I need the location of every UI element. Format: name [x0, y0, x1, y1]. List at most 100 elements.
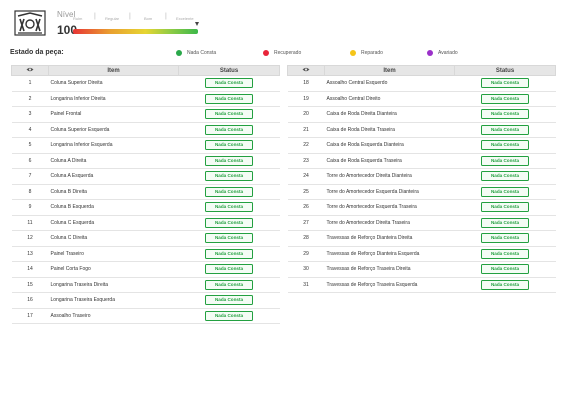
item-column-header: Item: [324, 65, 455, 76]
status-badge[interactable]: Nada Consta: [481, 124, 529, 135]
status-badge[interactable]: Nada Consta: [481, 279, 529, 290]
row-status-cell: Nada Consta: [454, 106, 556, 123]
status-badge[interactable]: Nada Consta: [205, 233, 253, 244]
status-badge[interactable]: Nada Consta: [205, 264, 253, 275]
row-number: 7: [11, 168, 49, 185]
legend-item-avariado: Avariado: [427, 50, 458, 56]
row-status-cell: Nada Consta: [454, 199, 556, 216]
legend-label: Recuperado: [274, 50, 302, 56]
status-badge[interactable]: Nada Consta: [481, 140, 529, 151]
status-badge[interactable]: Nada Consta: [481, 202, 529, 213]
row-status-cell: Nada Consta: [454, 168, 556, 185]
status-badge[interactable]: Nada Consta: [205, 171, 253, 182]
row-status-cell: Nada Consta: [178, 245, 280, 262]
row-item-name: Coluna A Esquerda: [48, 168, 179, 185]
status-badge[interactable]: Nada Consta: [481, 109, 529, 120]
row-status-cell: Nada Consta: [454, 90, 556, 107]
scale-separator: |: [94, 13, 96, 20]
nivel-marker-icon: [195, 22, 199, 26]
row-item-name: Coluna B Direita: [48, 183, 179, 200]
status-badge[interactable]: Nada Consta: [205, 310, 253, 321]
row-number: 19: [287, 90, 325, 107]
eye-icon: [26, 67, 34, 72]
row-status-cell: Nada Consta: [178, 261, 280, 278]
status-badge[interactable]: Nada Consta: [481, 233, 529, 244]
table-row: 20 Caixa de Roda Direita Dianteira Nada Co…: [287, 106, 556, 123]
row-status-cell: Nada Consta: [178, 307, 280, 324]
table-row: 19 Assoalho Central Direito Nada Consta: [287, 90, 556, 107]
items-table-right: Item Status 18 Assoalho Central Esquerdo N…: [287, 65, 556, 293]
row-item-name: Travessas de Reforço Traseira Esquerda: [324, 276, 455, 293]
row-number: 18: [287, 75, 325, 92]
row-status-cell: Nada Consta: [454, 137, 556, 154]
row-number: 30: [287, 261, 325, 278]
status-badge[interactable]: Nada Consta: [205, 124, 253, 135]
row-status-cell: Nada Consta: [178, 106, 280, 123]
row-item-name: Painel Frontal: [48, 106, 179, 123]
row-status-cell: Nada Consta: [178, 183, 280, 200]
row-item-name: Coluna C Esquerda: [48, 214, 179, 231]
table-row: 26 Torre do Amortecedor Esquerda Traseira…: [287, 199, 556, 216]
table-row: 24 Torre do Amortecedor Direita Dianteira…: [287, 168, 556, 185]
eye-icon: [302, 67, 310, 72]
status-badge[interactable]: Nada Consta: [205, 155, 253, 166]
status-badge[interactable]: Nada Consta: [205, 279, 253, 290]
status-badge[interactable]: Nada Consta: [205, 202, 253, 213]
row-number: 13: [11, 245, 49, 262]
row-item-name: Painel Traseiro: [48, 245, 179, 262]
row-item-name: Coluna Superior Direita: [48, 75, 179, 92]
table-row: 1 Coluna Superior Direita Nada Consta: [11, 75, 280, 92]
legend-label: Nada Consta: [187, 50, 217, 56]
legend-item-nada-consta: Nada Consta: [176, 50, 216, 56]
status-badge[interactable]: Nada Consta: [481, 248, 529, 259]
legend-label: Avariado: [438, 50, 458, 56]
row-number: 6: [11, 152, 49, 169]
status-badge[interactable]: Nada Consta: [481, 264, 529, 275]
table-row: 4 Coluna Superior Esquerda Nada Consta: [11, 121, 280, 138]
row-status-cell: Nada Consta: [178, 230, 280, 247]
row-item-name: Coluna Superior Esquerda: [48, 121, 179, 138]
status-badge[interactable]: Nada Consta: [481, 78, 529, 89]
status-badge[interactable]: Nada Consta: [205, 248, 253, 259]
status-badge[interactable]: Nada Consta: [205, 140, 253, 151]
row-item-name: Caixa de Roda Direita Traseira: [324, 121, 455, 138]
table-row: 2 Longarina Inferior Direita Nada Consta: [11, 90, 280, 107]
status-badge[interactable]: Nada Consta: [205, 295, 253, 306]
table-row: 6 Coluna A Direita Nada Consta: [11, 152, 280, 169]
row-item-name: Caixa de Roda Direita Dianteira: [324, 106, 455, 123]
row-number: 4: [11, 121, 49, 138]
table-row: 13 Painel Traseiro Nada Consta: [11, 245, 280, 262]
status-badge[interactable]: Nada Consta: [205, 93, 253, 104]
row-item-name: Longarina Inferior Esquerda: [48, 137, 179, 154]
status-badge[interactable]: Nada Consta: [481, 155, 529, 166]
status-column-header: Status: [178, 65, 280, 76]
row-item-name: Torre do Amortecedor Direita Dianteira: [324, 168, 455, 185]
scale-label-regular: Regular: [105, 16, 120, 21]
nivel-scale-bar: [73, 29, 198, 34]
row-status-cell: Nada Consta: [178, 214, 280, 231]
status-badge[interactable]: Nada Consta: [481, 217, 529, 228]
row-item-name: Coluna C Direita: [48, 230, 179, 247]
status-badge[interactable]: Nada Consta: [205, 78, 253, 89]
scale-label-bom: Bom: [144, 16, 153, 21]
row-status-cell: Nada Consta: [454, 230, 556, 247]
status-badge[interactable]: Nada Consta: [481, 171, 529, 182]
table-row: 25 Torre do Amortecedor Esquerda Dianteir…: [287, 183, 556, 200]
row-item-name: Torre do Amortecedor Direita Traseira: [324, 214, 455, 231]
table-body: 1 Coluna Superior Direita Nada Consta 2 Long…: [11, 75, 280, 324]
row-status-cell: Nada Consta: [178, 168, 280, 185]
status-badge[interactable]: Nada Consta: [481, 93, 529, 104]
row-number: 11: [11, 214, 49, 231]
status-badge[interactable]: Nada Consta: [205, 109, 253, 120]
row-status-cell: Nada Consta: [178, 137, 280, 154]
table-row: 16 Longarina Traseira Esquerda Nada Consta: [11, 292, 280, 309]
row-status-cell: Nada Consta: [454, 261, 556, 278]
status-column-header: Status: [454, 65, 556, 76]
status-badge[interactable]: Nada Consta: [205, 186, 253, 197]
row-item-name: Torre do Amortecedor Esquerda Dianteira: [324, 183, 455, 200]
status-badge[interactable]: Nada Consta: [205, 217, 253, 228]
eye-column-header: [287, 65, 325, 76]
status-badge[interactable]: Nada Consta: [481, 186, 529, 197]
row-number: 23: [287, 152, 325, 169]
row-item-name: Caixa de Roda Esquerda Dianteira: [324, 137, 455, 154]
